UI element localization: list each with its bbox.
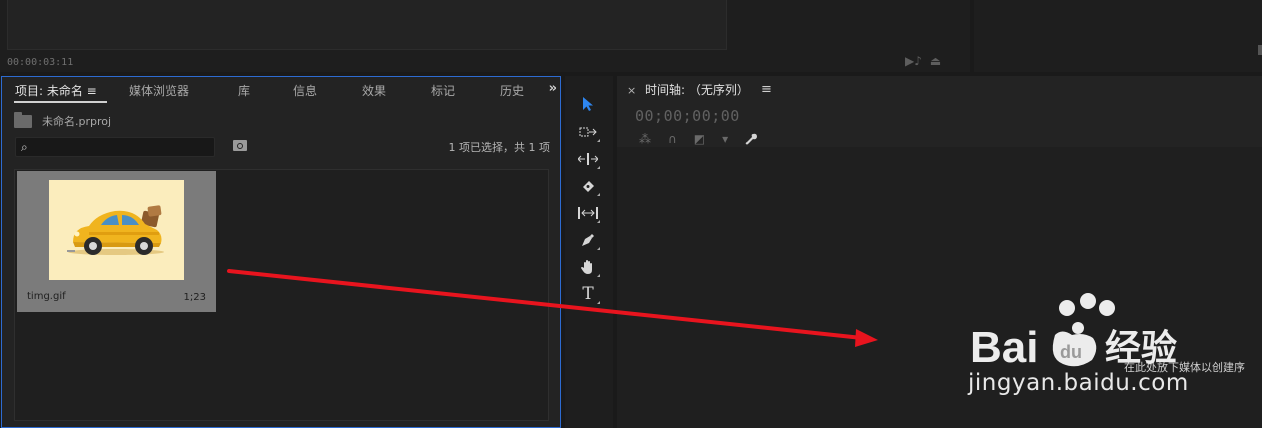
hand-tool[interactable] bbox=[575, 255, 601, 279]
clip-duration: 1;23 bbox=[183, 292, 206, 303]
project-tabs: 项目: 未命名 ≡ 媒体浏览器 库 信息 效果 标记 历史 » bbox=[2, 77, 560, 103]
razor-tool[interactable] bbox=[575, 174, 601, 198]
source-monitor: 00:00:03:11 ▶♪ ⏏ bbox=[0, 0, 970, 72]
clip-thumbnail bbox=[49, 180, 184, 280]
search-icon: ⌕ bbox=[21, 140, 28, 154]
car-image bbox=[67, 205, 164, 255]
project-items-area[interactable]: timg.gif 1;23 bbox=[14, 169, 549, 421]
baidu-logo: Bai du 经验 bbox=[970, 293, 1177, 372]
project-panel: 项目: 未命名 ≡ 媒体浏览器 库 信息 效果 标记 历史 » 未命名.prpr… bbox=[1, 76, 561, 428]
hand-icon bbox=[581, 260, 592, 274]
tab-markers[interactable]: 标记 bbox=[431, 82, 455, 99]
svg-text:Bai: Bai bbox=[970, 323, 1038, 370]
tab-effects[interactable]: 效果 bbox=[362, 82, 386, 99]
pen-icon bbox=[582, 234, 594, 246]
monitor-screen bbox=[7, 0, 727, 50]
tab-libraries[interactable]: 库 bbox=[238, 82, 250, 99]
close-icon[interactable]: × bbox=[627, 84, 636, 97]
slip-icon bbox=[578, 207, 598, 219]
clip-item[interactable]: timg.gif 1;23 bbox=[17, 171, 216, 312]
svg-text:经验: 经验 bbox=[1105, 328, 1177, 369]
ripple-edit-tool[interactable] bbox=[575, 147, 601, 171]
folder-icon bbox=[14, 111, 32, 128]
selection-count: 1 项已选择，共 1 项 bbox=[448, 141, 551, 154]
timeline-timecode[interactable]: 00;00;00;00 bbox=[635, 107, 740, 125]
track-select-tool[interactable] bbox=[575, 120, 601, 144]
track-select-icon bbox=[579, 127, 597, 137]
ripple-edit-icon bbox=[578, 153, 598, 165]
slip-tool[interactable] bbox=[575, 201, 601, 225]
more-tabs-button[interactable]: » bbox=[549, 81, 557, 96]
audio-icon[interactable]: ▶♪ bbox=[905, 54, 922, 68]
timeline-title[interactable]: 时间轴: （无序列） bbox=[645, 81, 749, 98]
baidu-watermark: Bai du 经验 jingyan.baidu.com bbox=[960, 290, 1260, 420]
monitor-timecode[interactable]: 00:00:03:11 bbox=[7, 57, 73, 68]
tools-panel: T bbox=[565, 76, 613, 428]
find-bin-icon[interactable] bbox=[233, 140, 247, 151]
program-monitor bbox=[974, 0, 1262, 72]
type-tool[interactable]: T bbox=[575, 282, 601, 306]
project-file-row: 未命名.prproj bbox=[14, 111, 112, 129]
type-icon: T bbox=[582, 284, 594, 304]
arrow-icon bbox=[583, 97, 593, 111]
razor-icon bbox=[583, 181, 594, 192]
svg-text:du: du bbox=[1060, 342, 1082, 362]
tab-media-browser[interactable]: 媒体浏览器 bbox=[129, 82, 189, 99]
search-input[interactable]: ⌕ bbox=[15, 137, 215, 157]
watermark-url: jingyan.baidu.com bbox=[968, 370, 1189, 396]
tab-info[interactable]: 信息 bbox=[293, 82, 317, 99]
panel-menu-icon[interactable]: ≡ bbox=[761, 82, 772, 97]
clip-name: timg.gif bbox=[27, 291, 66, 302]
active-tab-underline bbox=[14, 101, 107, 103]
tab-project[interactable]: 项目: 未命名 ≡ bbox=[15, 82, 97, 99]
monitor-edge-marker bbox=[1258, 45, 1262, 55]
project-file-name: 未命名.prproj bbox=[42, 115, 112, 128]
tab-history[interactable]: 历史 bbox=[500, 82, 525, 99]
export-frame-icon[interactable]: ⏏ bbox=[930, 54, 941, 68]
monitor-controls: ▶♪ ⏏ bbox=[905, 54, 941, 68]
pen-tool[interactable] bbox=[575, 228, 601, 252]
selection-tool[interactable] bbox=[575, 92, 601, 116]
